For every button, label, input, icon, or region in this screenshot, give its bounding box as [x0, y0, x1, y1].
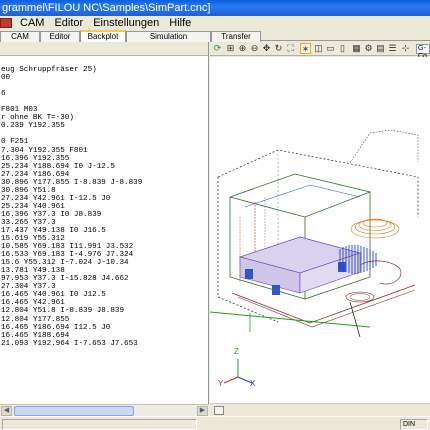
axis-x-label: X [250, 379, 256, 388]
code-line[interactable]: 27.304 Y37.3 [1, 283, 208, 291]
menu-bar: CAM Editor Einstellungen Hilfe [0, 16, 430, 30]
window-title-bar: grammel\FILOU NC\Samples\SimPart.cnc] [0, 0, 430, 16]
view-iso-icon[interactable]: ✶ [300, 43, 311, 54]
code-line[interactable]: 6 [1, 90, 208, 98]
tab-editor[interactable]: Editor [40, 31, 80, 42]
editor-pane: eug Schruppfräser 25) 00 6 F801 M03 r ohne… [0, 42, 209, 416]
menu-cam[interactable]: CAM [15, 16, 49, 30]
scroll-right-icon[interactable]: ▶ [197, 406, 208, 416]
zoom-out-icon[interactable]: ⊖ [249, 43, 260, 54]
code-line[interactable]: r ohne BK T=-30) [1, 114, 208, 122]
editor-toolbar [0, 42, 208, 56]
grid-icon[interactable]: ▦ [351, 43, 362, 54]
toolpath-drawing [210, 129, 419, 384]
menu-editor[interactable]: Editor [49, 16, 88, 30]
status-panel-mode: DIN [400, 419, 428, 430]
menu-help[interactable]: Hilfe [164, 16, 196, 30]
code-line[interactable]: 0 F251 [1, 138, 208, 146]
editor-horizontal-scrollbar[interactable]: ◀ ▶ [0, 404, 209, 416]
code-line[interactable]: 27.234 Y186.694 [1, 171, 208, 179]
viewport-footer [210, 403, 430, 416]
view-front-icon[interactable]: ▭ [325, 43, 336, 54]
nc-code-view[interactable]: eug Schruppfräser 25) 00 6 F801 M03 r ohne… [0, 58, 208, 398]
code-line[interactable]: eug Schruppfräser 25) [1, 66, 208, 74]
code-line[interactable]: 0.239 Y192.355 [1, 122, 208, 130]
code-line[interactable]: 16.465 Y40.961 I0 J12.5 [1, 291, 208, 299]
scroll-left-icon[interactable]: ◀ [1, 406, 12, 416]
code-line[interactable]: 17.437 Y49.138 I0 J16.5 [1, 227, 208, 235]
tab-transfer[interactable]: Transfer [211, 31, 261, 42]
fit-icon[interactable]: ⛶ [285, 43, 296, 54]
code-line[interactable]: F801 M03 [1, 106, 208, 114]
code-line[interactable]: 00 [1, 74, 208, 82]
measure-icon[interactable]: ⊹ [400, 43, 411, 54]
code-line[interactable] [1, 82, 208, 90]
refresh-icon[interactable]: ⟳ [212, 43, 223, 54]
code-line[interactable]: 16.465 Y186.694 I12.5 J0 [1, 324, 208, 332]
zoom-window-icon[interactable]: ⊞ [225, 43, 236, 54]
code-line[interactable] [1, 98, 208, 106]
view-top-icon[interactable]: ◫ [313, 43, 324, 54]
code-line[interactable]: 13.781 Y49.138 [1, 267, 208, 275]
print-icon[interactable]: ▤ [375, 43, 386, 54]
backplot-toolbar: ⟳ ⊞ ⊕ ⊖ ✥ ↻ ⛶ ✶ ◫ ▭ ▯ ▦ ⚙ ▤ ☰ ⊹ G-Co [210, 42, 430, 60]
tab-simulation[interactable]: Simulation [126, 31, 211, 42]
code-line[interactable] [1, 130, 208, 138]
code-line[interactable]: 30.896 Y177.855 I-8.839 J-8.839 [1, 179, 208, 187]
code-line[interactable]: 16.396 Y192.355 [1, 155, 208, 163]
code-line[interactable]: 16.465 Y42.961 [1, 299, 208, 307]
zoom-in-icon[interactable]: ⊕ [237, 43, 248, 54]
view-side-icon[interactable]: ▯ [337, 43, 348, 54]
code-line[interactable]: 10.585 Y69.183 I11.991 J3.532 [1, 243, 208, 251]
code-line[interactable]: 16.533 Y69.183 I-4.976 J7.324 [1, 251, 208, 259]
code-line[interactable]: 33.265 Y37.3 [1, 219, 208, 227]
code-line[interactable]: 25.234 Y188.694 I0 J-12.5 [1, 163, 208, 171]
code-line[interactable]: 12.804 Y177.855 [1, 316, 208, 324]
rotate-icon[interactable]: ↻ [273, 43, 284, 54]
code-line[interactable]: 25.234 Y40.961 [1, 203, 208, 211]
viewport-dropdown-button[interactable] [214, 406, 224, 415]
status-bar: DIN [0, 416, 430, 430]
code-line[interactable]: 27.234 Y42.961 I-12.5 J0 [1, 195, 208, 203]
tab-cam[interactable]: CAM [0, 31, 40, 42]
code-line[interactable]: 15.6 Y55.312 I-7.024 J-10.34 [1, 259, 208, 267]
backplot-viewport[interactable]: Z Y X [210, 57, 430, 403]
menu-settings[interactable]: Einstellungen [88, 16, 164, 30]
code-line[interactable]: 97.953 Y37.3 I-15.828 J4.662 [1, 275, 208, 283]
scroll-thumb[interactable] [14, 406, 134, 416]
view-combo[interactable]: G-Co [416, 44, 430, 60]
tab-bar: CAM Editor Backplot Simulation Transfer [0, 30, 430, 42]
code-line[interactable]: 12.804 Y51.8 I-8.839 J8.839 [1, 307, 208, 315]
code-line[interactable]: 16.396 Y37.3 I0 J8.839 [1, 211, 208, 219]
code-line[interactable] [1, 58, 208, 66]
tab-backplot[interactable]: Backplot [80, 30, 126, 42]
window-title: grammel\FILOU NC\Samples\SimPart.cnc] [2, 2, 211, 14]
code-line[interactable]: 15.619 Y55.312 [1, 235, 208, 243]
code-line[interactable]: 7.304 Y192.355 F801 [1, 147, 208, 155]
axis-y-label: Y [218, 379, 224, 388]
code-line[interactable]: 16.465 Y188.694 [1, 332, 208, 340]
code-line[interactable]: 21.093 Y192.964 I-7.653 J7.653 [1, 340, 208, 348]
settings-icon[interactable]: ☰ [387, 43, 398, 54]
pan-icon[interactable]: ✥ [261, 43, 272, 54]
axis-z-label: Z [234, 347, 239, 356]
app-icon[interactable] [0, 18, 12, 29]
code-line[interactable]: 30.896 Y51.8 [1, 187, 208, 195]
tool-icon[interactable]: ⚙ [363, 43, 374, 54]
status-panel-main [2, 419, 197, 430]
